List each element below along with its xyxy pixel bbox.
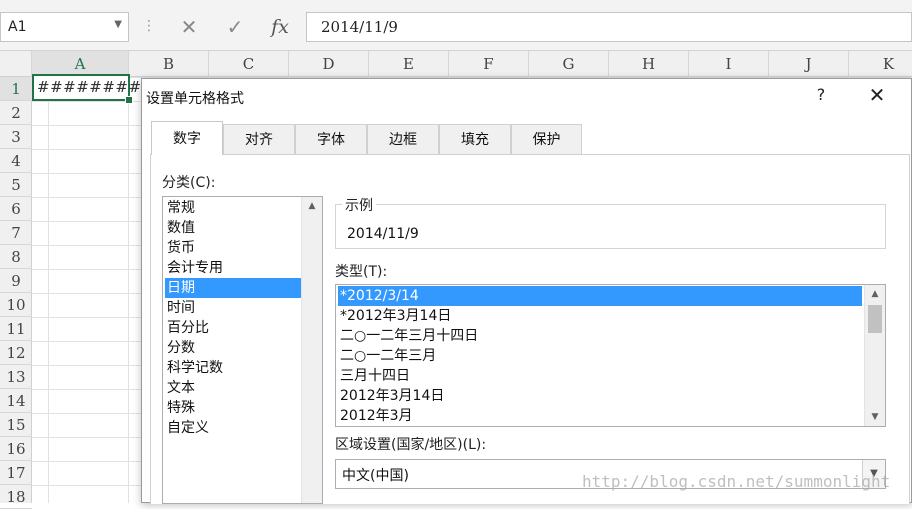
category-list[interactable]: 常规 数值 货币 会计专用 日期 时间 百分比 分数 科学记数 文本 特殊 自定… <box>162 196 323 504</box>
type-scrollbar[interactable]: ▲ ▼ <box>864 285 885 426</box>
locale-label: 区域设置(国家/地区)(L): <box>335 437 487 453</box>
column-header[interactable]: D <box>289 51 369 77</box>
row-header[interactable]: 3 <box>0 125 32 149</box>
column-header[interactable]: E <box>369 51 449 77</box>
tab-fill[interactable]: 填充 <box>439 124 511 154</box>
list-item[interactable]: 文本 <box>165 378 301 398</box>
category-scrollbar[interactable]: ▲ <box>301 197 322 503</box>
column-headers: A B C D E F G H I J K <box>0 51 912 77</box>
row-header[interactable]: 9 <box>0 269 32 293</box>
category-label: 分类(C): <box>162 175 216 191</box>
list-item[interactable]: 三月十四日 <box>338 366 862 386</box>
column-header[interactable]: F <box>449 51 529 77</box>
row-header[interactable]: 13 <box>0 365 32 389</box>
watermark: http://blog.csdn.net/summonlight <box>582 472 891 491</box>
list-item[interactable]: 二○一二年三月十四日 <box>338 326 862 346</box>
active-cell-a1[interactable]: ######## <box>32 74 141 104</box>
list-item[interactable]: 科学记数 <box>165 358 301 378</box>
tab-number[interactable]: 数字 <box>151 121 223 155</box>
list-item[interactable]: 百分比 <box>165 318 301 338</box>
scroll-up-icon[interactable]: ▲ <box>302 197 322 215</box>
formula-input[interactable]: 2014/11/9 <box>306 12 912 42</box>
list-item[interactable]: 常规 <box>165 198 301 218</box>
row-headers: 1 2 3 4 5 6 7 8 9 10 11 12 13 14 15 16 1… <box>0 77 32 509</box>
list-item[interactable]: 分数 <box>165 338 301 358</box>
list-item[interactable]: 数值 <box>165 218 301 238</box>
row-header[interactable]: 1 <box>0 77 32 101</box>
row-header[interactable]: 17 <box>0 461 32 485</box>
sample-value: 2014/11/9 <box>347 226 419 242</box>
chevron-down-icon[interactable]: ▼ <box>114 19 122 30</box>
select-all-corner[interactable] <box>0 51 32 77</box>
help-icon[interactable]: ? <box>810 85 832 107</box>
scroll-down-icon[interactable]: ▼ <box>865 408 885 426</box>
column-header[interactable]: H <box>609 51 689 77</box>
column-a-cells[interactable] <box>32 77 129 503</box>
tab-alignment[interactable]: 对齐 <box>223 124 295 154</box>
row-header[interactable]: 11 <box>0 317 32 341</box>
row-header[interactable]: 15 <box>0 413 32 437</box>
row-header[interactable]: 4 <box>0 149 32 173</box>
cancel-icon[interactable]: ✕ <box>167 12 211 42</box>
list-item[interactable]: 货币 <box>165 238 301 258</box>
list-item[interactable]: *2012年3月14日 <box>338 306 862 326</box>
row-header[interactable]: 12 <box>0 341 32 365</box>
list-item[interactable]: 2012年3月14日 <box>338 386 862 406</box>
list-item[interactable]: 2012年3月 <box>338 406 862 426</box>
close-icon[interactable]: ✕ <box>864 85 890 107</box>
row-header[interactable]: 7 <box>0 221 32 245</box>
list-item[interactable]: 自定义 <box>165 418 301 438</box>
column-header[interactable]: B <box>129 51 209 77</box>
name-box[interactable]: A1 ▼ <box>0 12 129 42</box>
formula-value: 2014/11/9 <box>321 18 398 36</box>
list-item-selected[interactable]: 日期 <box>165 278 301 298</box>
list-item[interactable]: 会计专用 <box>165 258 301 278</box>
row-header[interactable]: 18 <box>0 485 32 509</box>
tab-protection[interactable]: 保护 <box>511 124 582 154</box>
column-header[interactable]: I <box>689 51 769 77</box>
column-header[interactable]: J <box>769 51 849 77</box>
more-options-icon[interactable]: ⋮ <box>142 14 156 38</box>
column-header[interactable]: C <box>209 51 289 77</box>
locale-value: 中文(中国) <box>342 468 409 484</box>
scroll-up-icon[interactable]: ▲ <box>865 285 885 303</box>
column-header[interactable]: K <box>849 51 912 77</box>
row-header[interactable]: 14 <box>0 389 32 413</box>
type-list[interactable]: *2012/3/14 *2012年3月14日 二○一二年三月十四日 二○一二年三… <box>335 284 886 427</box>
row-header[interactable]: 8 <box>0 245 32 269</box>
insert-function-icon[interactable]: fx <box>258 12 302 42</box>
dialog-title: 设置单元格格式 <box>146 91 244 107</box>
scroll-thumb[interactable] <box>868 305 882 333</box>
column-header[interactable]: G <box>529 51 609 77</box>
row-header[interactable]: 16 <box>0 437 32 461</box>
name-box-value: A1 <box>8 19 27 35</box>
fill-handle[interactable] <box>125 96 133 104</box>
row-header[interactable]: 10 <box>0 293 32 317</box>
row-header[interactable]: 6 <box>0 197 32 221</box>
list-item-selected[interactable]: *2012/3/14 <box>338 286 862 306</box>
list-item[interactable]: 特殊 <box>165 398 301 418</box>
enter-icon[interactable]: ✓ <box>213 12 257 42</box>
list-item[interactable]: 二○一二年三月 <box>338 346 862 366</box>
sample-label: 示例 <box>342 195 376 215</box>
list-item[interactable]: 时间 <box>165 298 301 318</box>
row-header[interactable]: 2 <box>0 101 32 125</box>
format-cells-dialog: 设置单元格格式 ? ✕ 数字 对齐 字体 边框 填充 保护 分类(C): 常规 … <box>141 78 912 504</box>
tab-border[interactable]: 边框 <box>367 124 439 154</box>
cell-value: ######## <box>37 78 142 96</box>
tab-font[interactable]: 字体 <box>295 124 367 154</box>
type-label: 类型(T): <box>335 264 388 280</box>
row-header[interactable]: 5 <box>0 173 32 197</box>
